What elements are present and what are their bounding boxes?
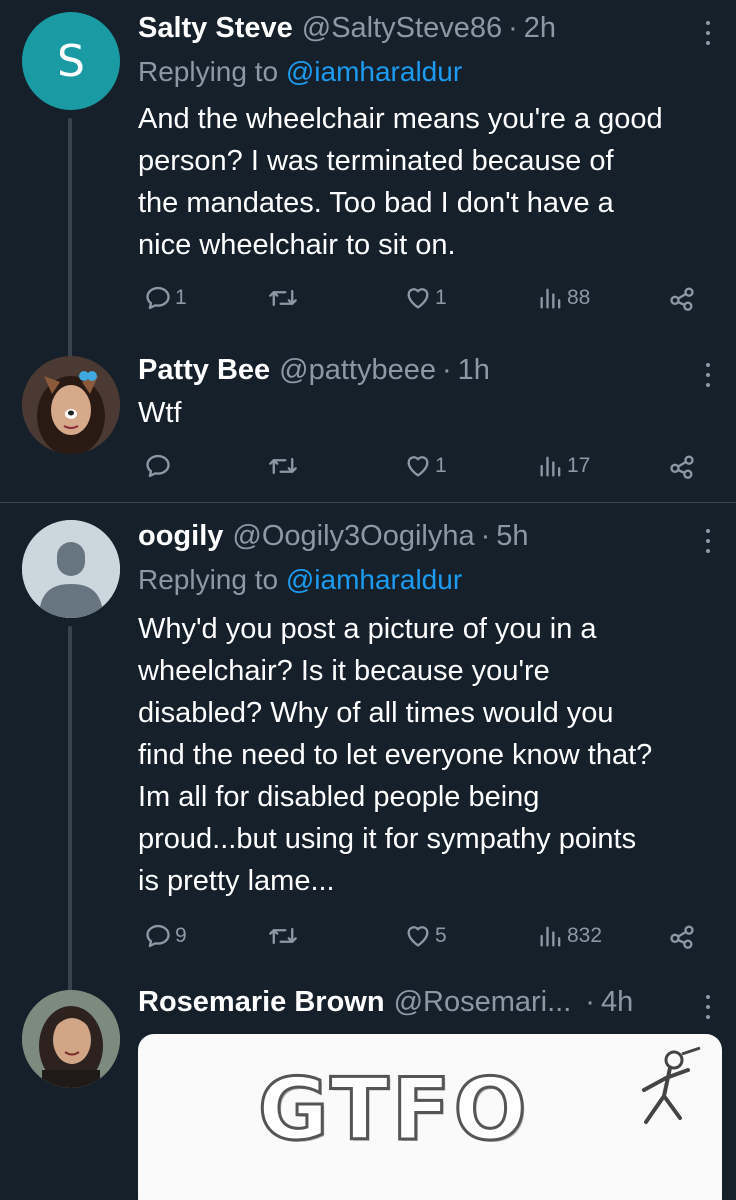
replying-to: Replying to @iamharaldur [138, 56, 462, 88]
reply-icon [146, 454, 170, 478]
like-button[interactable]: 1 [404, 278, 447, 318]
more-icon[interactable] [698, 526, 718, 556]
more-icon[interactable] [698, 18, 718, 48]
display-name[interactable]: Patty Bee [138, 354, 270, 387]
separator-dot: · [508, 12, 518, 44]
timestamp[interactable]: 2h [524, 12, 556, 45]
retweet-icon [269, 927, 297, 945]
like-icon [407, 926, 429, 947]
divider [0, 502, 736, 503]
handle[interactable]: @SaltySteve86 [302, 12, 502, 45]
avatar[interactable] [22, 990, 120, 1088]
action-bar: 1 1 88 [138, 278, 736, 318]
retweet-button[interactable] [268, 278, 298, 318]
views-count: 832 [567, 924, 603, 947]
views-count: 17 [567, 454, 591, 477]
replying-prefix: Replying to [138, 564, 279, 595]
reply-icon [146, 924, 170, 948]
replying-prefix: Replying to [138, 56, 279, 87]
views-button[interactable]: 88 [538, 278, 590, 318]
reply-button[interactable] [144, 446, 175, 486]
views-icon [540, 926, 561, 947]
avatar-photo [22, 990, 120, 1088]
share-button[interactable] [668, 916, 696, 956]
display-name[interactable]: Salty Steve [138, 12, 293, 45]
stick-figure-icon [642, 1046, 701, 1124]
handle[interactable]: @pattybeee [279, 354, 436, 387]
share-button[interactable] [668, 278, 696, 318]
separator-dot: · [442, 354, 452, 386]
share-icon [670, 455, 694, 479]
default-avatar-icon [22, 520, 120, 618]
more-icon[interactable] [698, 360, 718, 390]
timestamp[interactable]: 5h [496, 520, 528, 553]
share-icon [670, 287, 694, 311]
replying-to: Replying to @iamharaldur [138, 564, 462, 596]
separator-dot: · [585, 986, 595, 1018]
more-icon[interactable] [698, 992, 718, 1022]
like-count: 1 [435, 454, 447, 477]
reply-button[interactable]: 9 [144, 916, 187, 956]
thread-line [68, 626, 72, 996]
like-count: 1 [435, 286, 447, 309]
tweet-text: And the wheelchair means you're a good p… [138, 103, 663, 261]
retweet-icon [269, 289, 297, 307]
action-bar: 1 17 [138, 446, 736, 486]
views-icon [540, 456, 561, 477]
display-name[interactable]: oogily [138, 520, 223, 553]
reply-count: 1 [175, 286, 187, 309]
avatar[interactable] [22, 356, 120, 454]
share-button[interactable] [668, 446, 696, 486]
reply-icon [146, 286, 170, 310]
tweet-patty-bee[interactable]: Patty Bee @pattybeee · 1h Wtf 1 17 [0, 354, 736, 502]
tweet-salty-steve[interactable]: S Salty Steve @SaltySteve86 · 2h Replyin… [0, 12, 736, 358]
views-count: 88 [567, 286, 591, 309]
avatar[interactable] [22, 520, 120, 618]
views-icon [540, 288, 561, 309]
retweet-button[interactable] [268, 916, 298, 956]
retweet-icon [269, 457, 297, 475]
tweet-oogily[interactable]: oogily @Oogily3Oogilyha · 5h Replying to… [0, 520, 736, 1000]
avatar[interactable]: S [22, 12, 120, 110]
tweet-rosemarie-brown[interactable]: Rosemarie Brown @Rosemari... · 4h GTFO [0, 986, 736, 1200]
like-button[interactable]: 1 [404, 446, 447, 486]
media-caption: GTFO [257, 1059, 530, 1162]
timestamp[interactable]: 1h [458, 354, 490, 387]
views-button[interactable]: 17 [538, 446, 590, 486]
like-count: 5 [435, 924, 447, 947]
action-bar: 9 5 832 [138, 916, 736, 956]
replying-link[interactable]: @iamharaldur [286, 564, 462, 595]
like-button[interactable]: 5 [404, 916, 447, 956]
tweet-text: Why'd you post a picture of you in a whe… [138, 613, 653, 897]
replying-link[interactable]: @iamharaldur [286, 56, 462, 87]
display-name[interactable]: Rosemarie Brown [138, 986, 385, 1019]
tweet-text: Wtf [138, 397, 182, 429]
separator-dot: · [480, 520, 491, 552]
handle[interactable]: @Oogily3Oogilyha [232, 520, 474, 553]
thread-line [68, 118, 72, 358]
media-image[interactable]: GTFO [138, 1034, 722, 1200]
like-icon [407, 456, 429, 477]
retweet-button[interactable] [268, 446, 298, 486]
avatar-photo [22, 356, 120, 454]
reply-button[interactable]: 1 [144, 278, 187, 318]
views-button[interactable]: 832 [538, 916, 602, 956]
avatar-letter: S [57, 35, 85, 87]
handle[interactable]: @Rosemari... [394, 986, 572, 1019]
share-icon [670, 925, 694, 949]
timestamp[interactable]: 4h [601, 986, 633, 1019]
tweet-feed: S Salty Steve @SaltySteve86 · 2h Replyin… [0, 0, 736, 1200]
reply-count: 9 [175, 924, 187, 947]
like-icon [407, 288, 429, 309]
